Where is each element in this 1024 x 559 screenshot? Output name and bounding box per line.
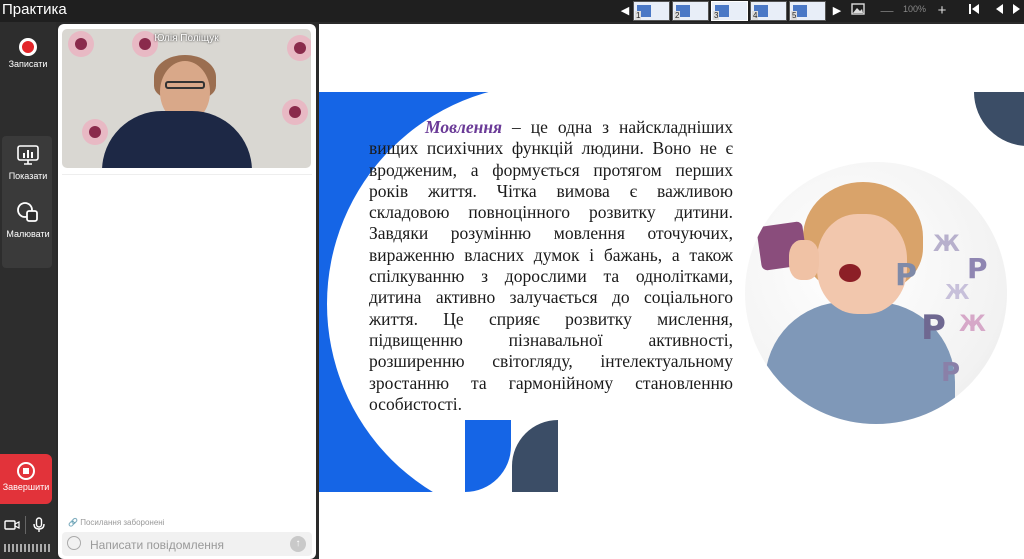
finish-label: Завершити — [2, 482, 50, 492]
show-label: Показати — [8, 171, 48, 181]
audio-level-meter — [4, 544, 52, 552]
links-forbidden-note: 🔗 Посилання заборонені — [68, 518, 165, 527]
link-icon: 🔗 — [68, 518, 78, 527]
left-sidebar: Записати Показати Малювати Завершити — [0, 22, 56, 559]
send-icon[interactable]: ↑ — [290, 536, 306, 552]
child-photo: Р Ж Р Ж Р Ж Р — [745, 162, 1007, 424]
floating-letter: Ж — [959, 312, 986, 337]
chat-messages — [62, 174, 312, 527]
floating-letter: Р — [967, 252, 988, 285]
show-button[interactable]: Показати — [0, 144, 56, 181]
presentation-icon — [17, 145, 39, 165]
person-body — [102, 111, 252, 168]
slide-body-text: Мовлення – це одна з найскладніших вищих… — [369, 117, 733, 415]
emoji-icon[interactable] — [67, 536, 81, 550]
app-title: Практика — [2, 1, 67, 18]
floating-letter: Р — [895, 258, 917, 293]
thumbnail-number: 2 — [674, 11, 681, 20]
chat-panel: Юлія Поліщук 🔗 Посилання заборонені ↑ — [58, 24, 316, 559]
stop-icon — [17, 462, 35, 480]
slide-thumbnail-2[interactable]: 2 — [672, 1, 709, 21]
slide-term: Мовлення — [425, 117, 503, 137]
message-input[interactable] — [88, 535, 282, 555]
links-note-text: Посилання заборонені — [80, 518, 165, 527]
next-slide-icon[interactable] — [1010, 1, 1024, 21]
draw-button[interactable]: Малювати — [0, 200, 56, 239]
record-label: Записати — [8, 59, 48, 69]
child-hand — [789, 240, 819, 280]
media-controls — [0, 516, 56, 534]
wall-logo — [282, 99, 308, 125]
zoom-level: 100% — [903, 4, 927, 14]
zoom-in-button[interactable]: + — [934, 1, 950, 21]
slide-definition: – це одна з найскладніших вищих психічни… — [369, 117, 733, 414]
record-icon — [19, 38, 37, 56]
child-face — [817, 214, 907, 314]
corner-decoration — [974, 92, 1024, 146]
slide-thumbnail-4[interactable]: 4 — [750, 1, 787, 21]
slide-thumbnail-1[interactable]: 1 — [633, 1, 670, 21]
previous-slide-icon[interactable] — [992, 1, 1006, 21]
slide-thumbnail-5[interactable]: 5 — [789, 1, 826, 21]
floating-letter: Р — [941, 358, 961, 388]
thumbnail-number: 4 — [752, 11, 759, 20]
thumbnail-number: 5 — [791, 11, 798, 20]
chat-input-bar: ↑ — [62, 532, 312, 556]
microphone-icon[interactable] — [32, 517, 46, 533]
draw-label: Малювати — [6, 229, 50, 239]
thumbnails-prev-button[interactable]: ◀ — [620, 3, 630, 19]
person-glasses — [165, 81, 205, 89]
first-slide-icon[interactable] — [966, 1, 982, 21]
top-bar: Практика ◀ 1 2 3 4 5 ▶ — 100% + — [0, 0, 1024, 22]
divider — [25, 516, 26, 534]
floating-letter: Ж — [933, 232, 960, 257]
slide-thumbnail-3[interactable]: 3 — [711, 1, 748, 21]
floating-letter: Ж — [945, 280, 970, 304]
record-button[interactable]: Записати — [0, 38, 56, 69]
finish-button[interactable]: Завершити — [0, 454, 52, 504]
zoom-out-button[interactable]: — — [880, 1, 894, 21]
speaker-video[interactable]: Юлія Поліщук — [62, 29, 311, 168]
speaker-name: Юлія Поліщук — [154, 33, 219, 44]
shapes-icon — [17, 202, 38, 222]
image-icon[interactable] — [850, 1, 866, 21]
thumbnail-number: 1 — [635, 11, 642, 20]
child-mouth — [839, 264, 861, 282]
presentation-slide: Мовлення – це одна з найскладніших вищих… — [319, 24, 1024, 559]
thumbnail-number: 3 — [713, 11, 720, 20]
wall-logo — [82, 119, 108, 145]
thumbnails-next-button[interactable]: ▶ — [832, 3, 842, 19]
camera-icon[interactable] — [4, 519, 20, 531]
floating-letter: Р — [921, 308, 946, 348]
